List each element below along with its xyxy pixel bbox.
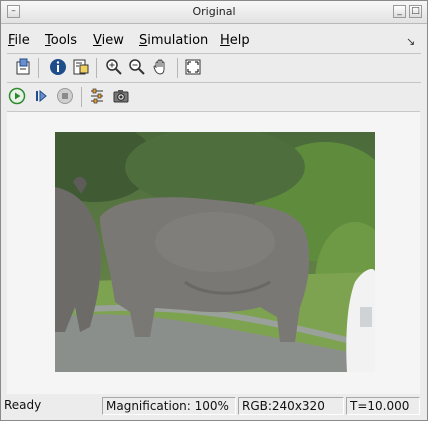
- maximize-button[interactable]: □: [409, 5, 422, 18]
- step-forward-icon[interactable]: [31, 86, 51, 106]
- menu-file[interactable]: File: [8, 33, 30, 48]
- menu-bar: File Tools View Simulation Help ↘: [1, 30, 427, 52]
- title-bar[interactable]: – Original _ □: [1, 1, 427, 24]
- rhinos-photo: [55, 132, 375, 372]
- toolbar-separator: [96, 58, 97, 78]
- window-title: Original: [192, 5, 236, 18]
- status-time: T=10.000: [346, 397, 420, 415]
- divider: [7, 53, 421, 54]
- image-viewport[interactable]: [7, 111, 420, 394]
- fit-to-window-icon[interactable]: [183, 57, 203, 77]
- info-icon[interactable]: [48, 57, 68, 77]
- menu-tools[interactable]: Tools: [45, 33, 77, 48]
- new-window-icon[interactable]: [13, 57, 33, 77]
- toolbar-separator: [81, 87, 82, 107]
- menu-view[interactable]: View: [93, 33, 124, 48]
- status-state: Ready: [4, 398, 42, 412]
- zoom-out-icon[interactable]: [127, 57, 147, 77]
- status-magnification: Magnification: 100%: [102, 397, 236, 415]
- menu-help[interactable]: Help: [220, 33, 250, 48]
- toolbar-separator: [177, 58, 178, 78]
- app-window: – Original _ □ File Tools View Simulatio…: [0, 0, 428, 421]
- minimize-button[interactable]: _: [393, 5, 406, 18]
- status-bar: Ready Magnification: 100% RGB:240x320 T=…: [1, 394, 427, 418]
- main-toolbar: [7, 55, 421, 81]
- pan-hand-icon[interactable]: [151, 57, 171, 77]
- status-rgb: RGB:240x320: [238, 397, 344, 415]
- stop-icon[interactable]: [55, 86, 75, 106]
- play-icon[interactable]: [7, 86, 27, 106]
- snapshot-camera-icon[interactable]: [111, 86, 131, 106]
- export-icon[interactable]: [71, 57, 91, 77]
- menu-simulation[interactable]: Simulation: [139, 33, 208, 48]
- zoom-in-icon[interactable]: [104, 57, 124, 77]
- toolbar-separator: [38, 58, 39, 78]
- settings-icon[interactable]: [87, 86, 107, 106]
- dock-arrow-icon[interactable]: ↘: [406, 35, 415, 48]
- divider: [7, 82, 421, 83]
- simulation-toolbar: [7, 84, 421, 110]
